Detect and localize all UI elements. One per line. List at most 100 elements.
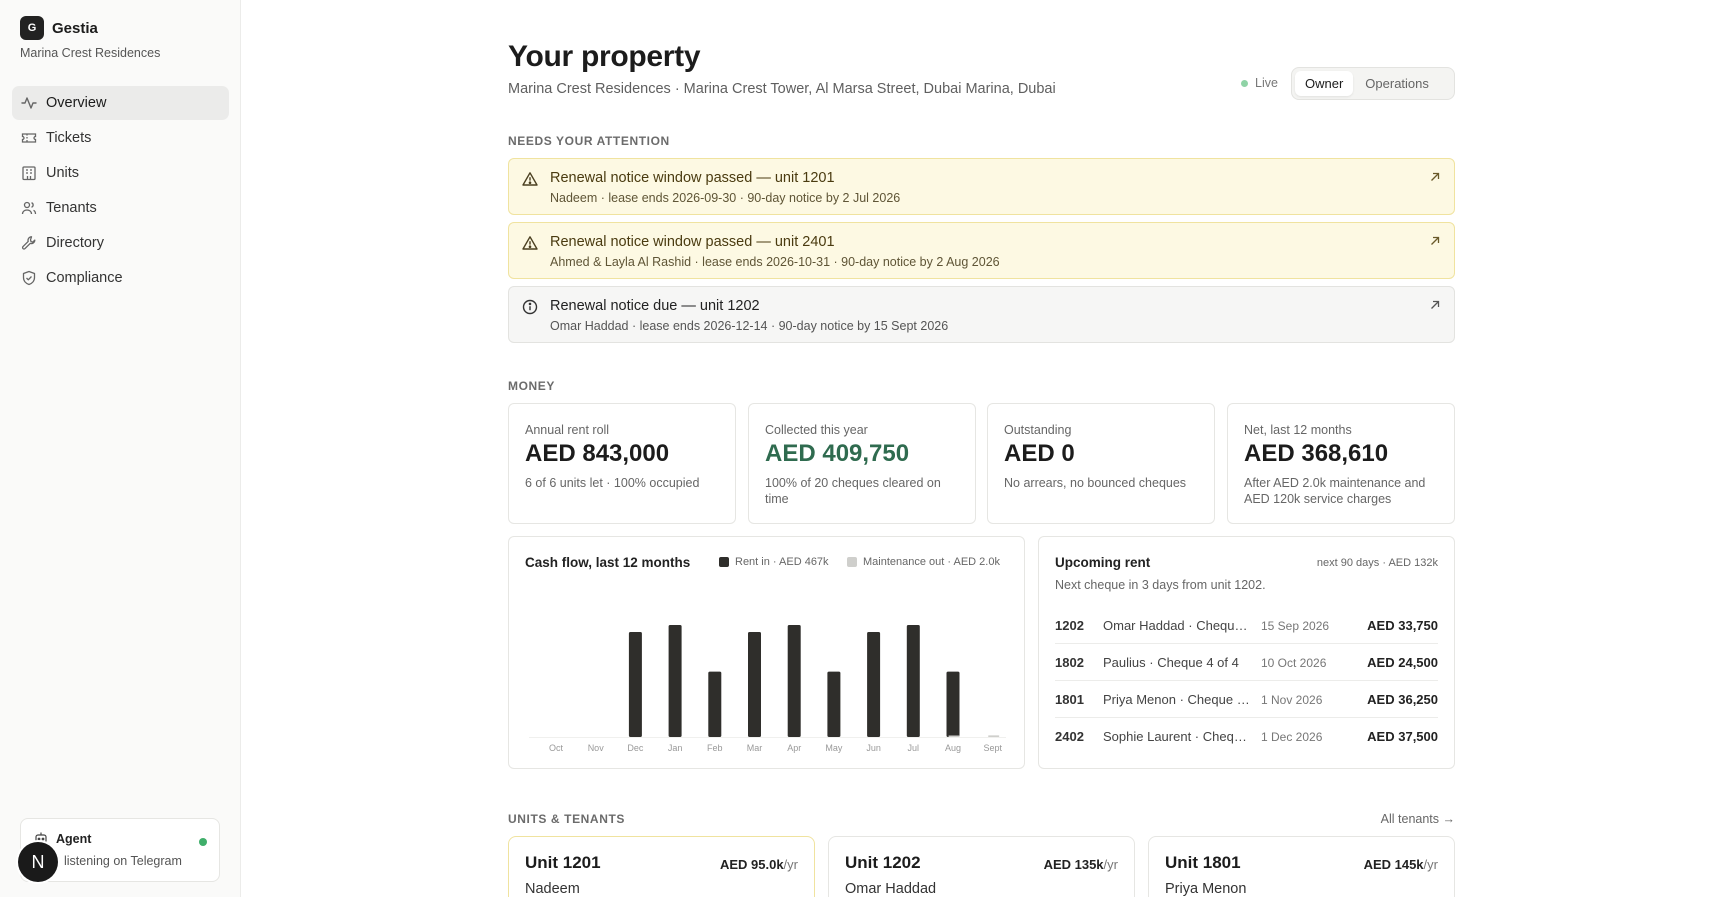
cashflow-title: Cash flow, last 12 months [525, 555, 691, 570]
agent-title: Agent [56, 832, 92, 846]
unit-card-1202[interactable]: Unit 1202 AED 135k/yr Omar Haddad [828, 836, 1135, 897]
row-amount: AED 33,750 [1367, 618, 1438, 633]
x-tick-label: Jul [908, 743, 920, 753]
rent-bar-jul[interactable] [906, 625, 920, 737]
row-date: 10 Oct 2026 [1261, 656, 1327, 670]
unit-rent: AED 145k/yr [1364, 857, 1438, 872]
open-external-icon[interactable] [1429, 234, 1441, 246]
property-address: Marina Crest Residences · Marina Crest T… [508, 81, 1056, 97]
x-tick-label: Feb [707, 743, 723, 753]
rent-bar-may[interactable] [827, 671, 841, 737]
money-section-label: MONEY [508, 379, 556, 393]
alert-meta: Omar Haddad · lease ends 2026-12-14 · 90… [550, 319, 949, 333]
list-item[interactable]: 2402 Sophie Laurent · Cheque 3 of 4 1 De… [1055, 719, 1438, 755]
maintenance-bar-aug[interactable] [948, 735, 960, 738]
legend-swatch [847, 557, 857, 567]
unit-name: Unit 1202 [845, 853, 921, 872]
sidebar-item-tenants[interactable]: Tenants [12, 191, 229, 225]
row-unit: 1802 [1055, 655, 1084, 670]
users-icon [21, 200, 37, 216]
stat-label: Collected this year [765, 423, 868, 437]
sidebar-item-label: Units [46, 165, 80, 181]
attention-alert[interactable]: Renewal notice due — unit 1202 Omar Hadd… [508, 286, 1455, 343]
all-tenants-link[interactable]: All tenants → [1381, 812, 1455, 826]
property-name: Marina Crest Residences [20, 46, 161, 60]
cashflow-card: Cash flow, last 12 months Rent in · AED … [508, 536, 1025, 769]
rent-bar-dec[interactable] [628, 632, 642, 737]
alert-title: Renewal notice window passed — unit 2401 [550, 234, 835, 250]
legend-maintenance-out: Maintenance out · AED 2.0k [847, 556, 1000, 568]
rent-bar-jun[interactable] [867, 632, 881, 737]
operations-view-button[interactable]: Operations [1355, 71, 1439, 96]
brand[interactable]: G Gestia [20, 16, 98, 40]
maintenance-bar-sept[interactable] [988, 735, 1000, 737]
view-toggle: Owner Operations [1291, 67, 1455, 100]
row-date: 1 Nov 2026 [1261, 693, 1323, 707]
unit-rent-amount: AED 135k [1043, 857, 1104, 872]
stat-note: 6 of 6 units let · 100% occupied [525, 476, 700, 490]
unit-card-1201[interactable]: Unit 1201 AED 95.0k/yr Nadeem [508, 836, 815, 897]
unit-card-1801[interactable]: Unit 1801 AED 145k/yr Priya Menon [1148, 836, 1455, 897]
legend-rent-in: Rent in · AED 467k [719, 556, 829, 568]
sidebar-item-label: Tickets [46, 130, 92, 146]
legend-label: Maintenance out · AED 2.0k [863, 556, 1000, 568]
sidebar-item-tickets[interactable]: Tickets [12, 121, 229, 155]
list-item[interactable]: 1801 Priya Menon · Cheque 2 of 4 1 Nov 2… [1055, 682, 1438, 718]
stat-note: After AED 2.0k maintenance and AED 120k … [1244, 476, 1426, 506]
brand-logo: G [20, 16, 44, 40]
unit-rent: AED 135k/yr [1044, 857, 1118, 872]
rent-bar-mar[interactable] [748, 632, 761, 737]
x-tick-label: Jun [866, 743, 881, 753]
rent-bar-jan[interactable] [668, 625, 682, 737]
sidebar-item-overview[interactable]: Overview [12, 86, 229, 120]
x-tick-label: May [825, 743, 843, 753]
agent-online-dot [199, 838, 207, 846]
sidebar-item-directory[interactable]: Directory [12, 226, 229, 260]
alert-meta: Nadeem · lease ends 2026-09-30 · 90-day … [550, 191, 901, 205]
row-description: Omar Haddad · Cheque 3 of 4 [1103, 618, 1251, 633]
sidebar-item-units[interactable]: Units [12, 156, 229, 190]
brand-name: Gestia [52, 19, 98, 37]
list-item[interactable]: 1202 Omar Haddad · Cheque 3 of 4 15 Sep … [1055, 608, 1438, 644]
avatar[interactable]: N [18, 842, 58, 882]
rent-bar-feb[interactable] [708, 671, 722, 737]
row-unit: 1202 [1055, 618, 1084, 633]
row-amount: AED 36,250 [1367, 692, 1438, 707]
unit-rent-amount: AED 95.0k [719, 857, 784, 872]
agent-status: listening on Telegram [64, 854, 182, 868]
building-icon [21, 165, 37, 181]
warning-icon [522, 235, 538, 251]
stat-value: AED 843,000 [525, 440, 670, 467]
sidebar-item-label: Tenants [46, 200, 97, 216]
sidebar: G Gestia Marina Crest Residences Overvie… [0, 0, 241, 897]
ticket-icon [21, 130, 37, 146]
row-date: 15 Sep 2026 [1261, 619, 1330, 633]
stat-note: No arrears, no bounced cheques [1004, 476, 1187, 490]
attention-alert[interactable]: Renewal notice window passed — unit 2401… [508, 222, 1455, 279]
shield-icon [21, 270, 37, 286]
per-year: /yr [1423, 857, 1438, 872]
upcoming-meta: next 90 days · AED 132k [1316, 557, 1438, 569]
stat-label: Outstanding [1004, 423, 1072, 437]
legend-label: Rent in · AED 467k [735, 556, 829, 568]
alert-title: Renewal notice due — unit 1202 [550, 298, 760, 314]
sidebar-item-compliance[interactable]: Compliance [12, 261, 229, 295]
x-tick-label: Sept [983, 743, 1002, 753]
row-description: Priya Menon · Cheque 2 of 4 [1103, 692, 1251, 707]
open-external-icon[interactable] [1429, 298, 1441, 310]
open-external-icon[interactable] [1429, 170, 1441, 182]
unit-rent: AED 95.0k/yr [720, 857, 798, 872]
x-tick-label: Nov [588, 743, 605, 753]
live-dot [1241, 79, 1248, 87]
list-item[interactable]: 1802 Paulius · Cheque 4 of 4 10 Oct 2026… [1055, 645, 1438, 681]
rent-bar-aug[interactable] [946, 671, 960, 737]
rent-bar-apr[interactable] [787, 625, 801, 737]
x-tick-label: Apr [787, 743, 801, 753]
x-tick-label: Dec [627, 743, 644, 753]
unit-name: Unit 1201 [525, 853, 601, 872]
row-unit: 2402 [1055, 729, 1084, 744]
attention-alert[interactable]: Renewal notice window passed — unit 1201… [508, 158, 1455, 215]
wrench-icon [21, 235, 37, 251]
owner-view-button[interactable]: Owner [1295, 71, 1354, 96]
stat-value: AED 368,610 [1244, 440, 1389, 467]
